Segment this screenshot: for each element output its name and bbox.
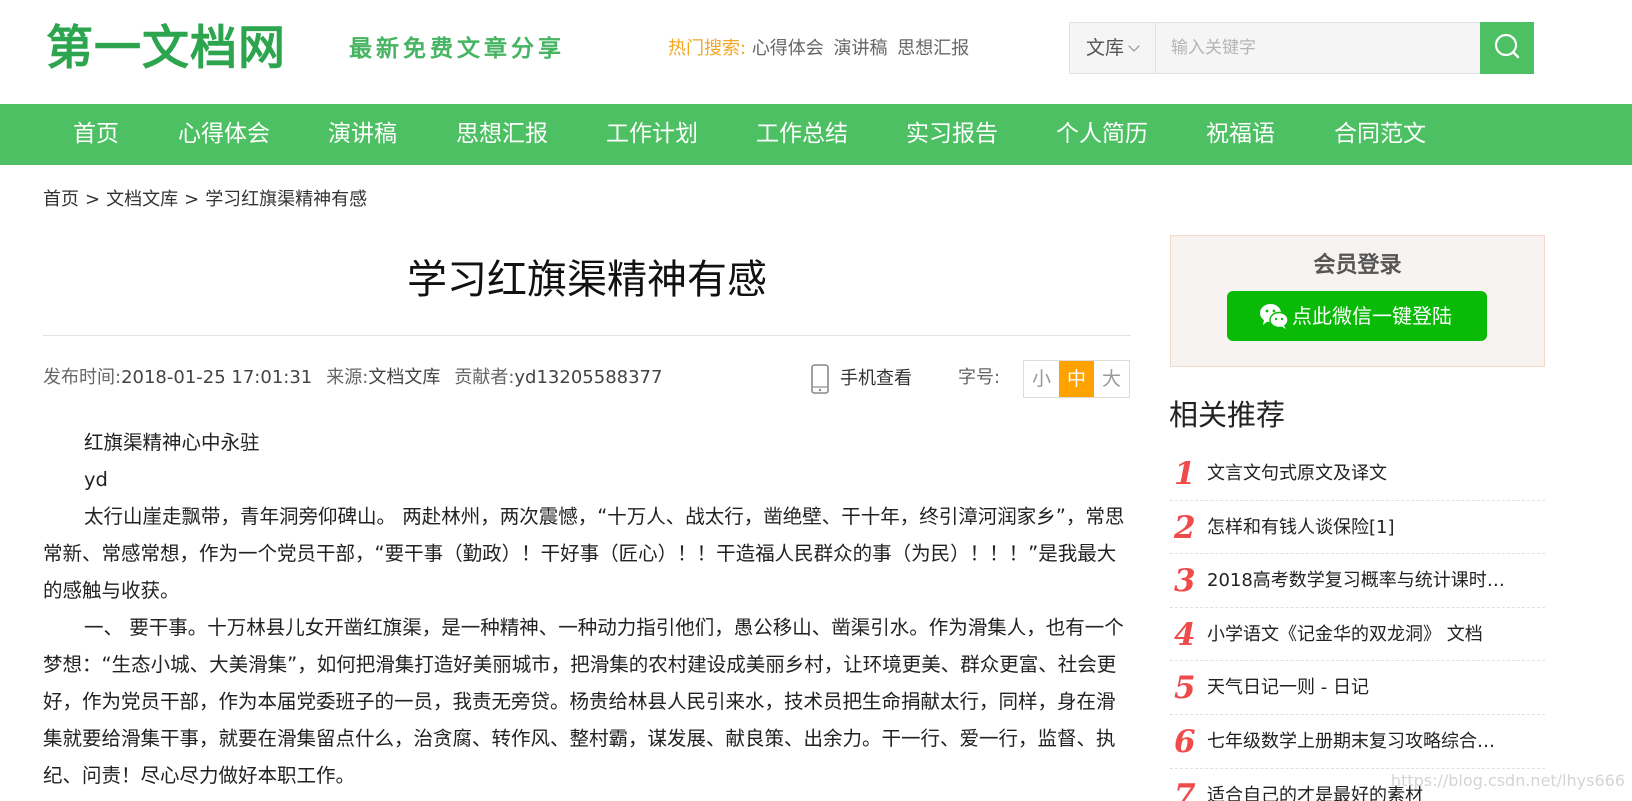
wechat-login-label: 点此微信一键登陆: [1292, 304, 1452, 328]
wechat-icon: [1260, 304, 1289, 329]
related-item[interactable]: 2 怎样和有钱人谈保险[1]: [1170, 501, 1545, 555]
font-size-selector: 小 中 大: [1023, 360, 1130, 398]
related-list: 1 文言文句式原文及译文 2 怎样和有钱人谈保险[1] 3 2018高考数学复习…: [1170, 447, 1545, 801]
hot-search-link[interactable]: 心得体会: [752, 38, 824, 59]
font-size-medium-button[interactable]: 中: [1059, 361, 1094, 397]
related-rank: 2: [1174, 509, 1196, 546]
contributor-label: 贡献者:: [454, 367, 515, 388]
breadcrumb-separator: >: [184, 189, 200, 210]
hot-search: 热门搜索: 心得体会 演讲稿 思想汇报: [668, 37, 973, 61]
search-input[interactable]: [1157, 23, 1482, 73]
related-item[interactable]: 1 文言文句式原文及译文: [1170, 447, 1545, 501]
article-paragraph: 一、 要干事。十万林县儿女开凿红旗渠，是一种精神、一种动力指引他们，愚公移山、凿…: [43, 616, 1124, 787]
related-link[interactable]: 2018高考数学复习概率与统计课时撬...: [1207, 567, 1507, 595]
search-category-select[interactable]: 文库: [1070, 23, 1156, 73]
related-item[interactable]: 6 七年级数学上册期末复习攻略综合专...: [1170, 715, 1545, 769]
breadcrumb-library[interactable]: 文档文库: [106, 189, 178, 210]
watermark-text: https://blog.csdn.net/lhys666: [1390, 771, 1625, 790]
article-meta: 发布时间:2018-01-25 17:01:31 来源:文档文库 贡献者:yd132…: [43, 366, 662, 390]
article-title: 学习红旗渠精神有感: [407, 257, 767, 303]
main-nav: 首页 心得体会 演讲稿 思想汇报 工作计划 工作总结 实习报告 个人简历 祝福语…: [0, 104, 1632, 165]
nav-item-thought-report[interactable]: 思想汇报: [456, 104, 548, 165]
nav-item-internship-report[interactable]: 实习报告: [906, 104, 998, 165]
font-size-small-button[interactable]: 小: [1024, 361, 1059, 397]
search-icon: [1494, 33, 1520, 59]
login-title: 会员登录: [1313, 253, 1402, 278]
related-link[interactable]: 小学语文《记金华的双龙洞》 文档: [1207, 621, 1507, 649]
site-slogan: 最新免费文章分享: [349, 36, 565, 62]
related-item[interactable]: 3 2018高考数学复习概率与统计课时撬...: [1170, 554, 1545, 608]
search-category-label: 文库: [1086, 37, 1125, 59]
contributor-value: yd13205588377: [514, 367, 663, 388]
wechat-login-button[interactable]: 点此微信一键登陆: [1227, 291, 1487, 341]
font-size-label: 字号:: [958, 367, 1001, 388]
related-link[interactable]: 怎样和有钱人谈保险[1]: [1207, 514, 1507, 542]
breadcrumb: 首页 > 文档文库 > 学习红旗渠精神有感: [43, 188, 367, 212]
search-button[interactable]: [1480, 22, 1534, 74]
source-label: 来源:: [326, 367, 369, 388]
related-link[interactable]: 七年级数学上册期末复习攻略综合专...: [1207, 728, 1507, 756]
article-paragraph: yd: [84, 468, 108, 491]
related-rank: 1: [1174, 456, 1196, 492]
article-body: 红旗渠精神心中永驻 yd 太行山崖走飘带，青年洞旁仰碑山。 两赴林州，两次震憾，…: [43, 424, 1133, 794]
site-header: 第一文档网 最新免费文章分享 热门搜索: 心得体会 演讲稿 思想汇报 文库: [0, 0, 1632, 104]
mobile-view-label: 手机查看: [840, 368, 912, 389]
nav-item-greetings[interactable]: 祝福语: [1206, 104, 1275, 165]
breadcrumb-home[interactable]: 首页: [43, 189, 79, 210]
published-label: 发布时间:: [43, 367, 122, 388]
breadcrumb-current: 学习红旗渠精神有感: [205, 189, 368, 210]
related-rank: 6: [1174, 723, 1196, 760]
nav-item-work-plan[interactable]: 工作计划: [606, 104, 698, 165]
member-login-box: 会员登录 点此微信一键登陆: [1170, 235, 1545, 367]
article-paragraph: 太行山崖走飘带，青年洞旁仰碑山。 两赴林州，两次震憾，“十万人、战太行，凿绝壁、…: [43, 505, 1125, 602]
published-time: 2018-01-25 17:01:31: [121, 367, 313, 388]
related-link[interactable]: 天气日记一则 - 日记: [1207, 674, 1507, 702]
nav-item-work-summary[interactable]: 工作总结: [756, 104, 848, 165]
source-value: 文档文库: [368, 367, 441, 388]
nav-item-contracts[interactable]: 合同范文: [1334, 104, 1426, 165]
font-size-large-button[interactable]: 大: [1094, 361, 1129, 397]
related-link[interactable]: 文言文句式原文及译文: [1207, 460, 1507, 488]
title-divider: [43, 335, 1131, 336]
related-item[interactable]: 5 天气日记一则 - 日记: [1170, 661, 1545, 715]
related-rank: 7: [1174, 777, 1196, 801]
nav-item-home[interactable]: 首页: [73, 104, 119, 165]
related-rank: 5: [1174, 670, 1196, 707]
related-title: 相关推荐: [1169, 398, 1286, 432]
search-bar: 文库: [1069, 22, 1534, 74]
hot-search-link[interactable]: 思想汇报: [897, 38, 969, 59]
breadcrumb-separator: >: [85, 189, 101, 210]
related-rank: 3: [1174, 563, 1196, 600]
nav-item-xinde[interactable]: 心得体会: [178, 104, 270, 165]
hot-search-link[interactable]: 演讲稿: [834, 38, 888, 59]
phone-icon: [811, 364, 829, 394]
article-paragraph: 红旗渠精神心中永驻: [84, 431, 260, 454]
related-rank: 4: [1174, 616, 1196, 653]
nav-item-speech[interactable]: 演讲稿: [328, 104, 397, 165]
chevron-down-icon: [1128, 40, 1140, 52]
site-logo[interactable]: 第一文档网: [46, 22, 286, 76]
hot-search-label: 热门搜索:: [668, 38, 747, 59]
nav-item-resume[interactable]: 个人简历: [1056, 104, 1148, 165]
related-item[interactable]: 4 小学语文《记金华的双龙洞》 文档: [1170, 608, 1545, 662]
